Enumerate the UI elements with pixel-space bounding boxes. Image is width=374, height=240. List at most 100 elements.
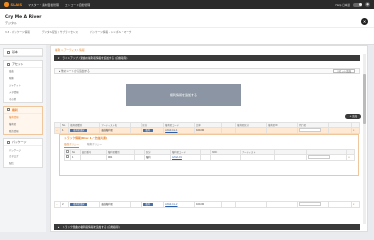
sidebar-head-rights[interactable]: 権利 (4, 107, 42, 114)
close-button[interactable]: ✕ (361, 18, 368, 25)
empty-cell (235, 127, 268, 134)
sidebar-item[interactable]: メタ情報 (4, 88, 42, 95)
table-row[interactable]: ⌄ 2 権利者選択 楽曲権利者 権利 Artist-Co-2 100.00 ✕ (53, 201, 361, 208)
agent-input[interactable] (299, 202, 322, 206)
section-header-2[interactable]: ▸ トラック楽曲の権利者情報を追加する (自動取得) (54, 224, 360, 230)
add-rights-dropzone[interactable]: 権利情報を追加する (126, 84, 241, 106)
empty-cell (220, 127, 237, 134)
agent-input[interactable] (299, 128, 322, 132)
page-title: Cry Me A River (5, 15, 42, 20)
top-nav-bar: SLAIS マスター・素材自動管理 エンコード自動管理 Help 日本語 ● (0, 0, 374, 9)
empty-cell (130, 201, 142, 208)
artist-cell: 楽曲権利者 (99, 201, 132, 208)
user-avatar-icon[interactable]: ● (365, 2, 370, 7)
rights-type-cell: 権利者選択 (68, 127, 101, 134)
row-number: 2 (60, 201, 70, 208)
sidebar-label: 基本 (12, 50, 18, 54)
empty-cell (306, 154, 347, 161)
sidebar-label: パッケージ (12, 140, 27, 145)
code-link[interactable]: Artist-01 (172, 156, 182, 159)
empty-cell (328, 127, 352, 134)
code-link[interactable]: Artist-Co-2 (165, 203, 177, 206)
user-label[interactable]: Help 日本語 (335, 3, 350, 7)
empty-cell (130, 127, 142, 134)
tab-music-policy[interactable]: 楽曲ポリシー (64, 142, 80, 148)
sidebar-label: アセット (12, 62, 24, 66)
crumb-2[interactable]: デジタル配信 / サブライセンス (42, 30, 78, 34)
empty-cell (200, 154, 211, 161)
row-number: 1 (70, 154, 81, 161)
subpanel-title: トラック情報(Disc 1 / 全曲共通) (64, 136, 108, 140)
table-row[interactable]: 1 001 権利 Artist-01 ✕ (64, 154, 355, 161)
nav-master[interactable]: マスター・素材自動管理 (28, 3, 59, 7)
delete-cell: ✕ (350, 127, 361, 134)
table-row[interactable]: ⌄ 1 権利者選択 楽曲権利者 権利 Artist-Co-1 100.00 ✕ (53, 127, 361, 134)
artist-cell: 楽曲権利者 (99, 127, 132, 134)
section-breadcrumb[interactable]: 権利 > アーティスト情報 (55, 48, 84, 52)
sidebar-head-basic[interactable]: 基本 (4, 49, 42, 56)
section-header-1[interactable]: ▾ ラインアップ / 楽曲の権利者情報を追加する (自動取得) (54, 55, 360, 61)
app-logo[interactable]: SLAIS (11, 3, 23, 7)
sidebar-item[interactable]: 権利情報 (4, 114, 42, 121)
folder-icon (7, 62, 10, 66)
sidebar-item[interactable]: 映像 (4, 75, 42, 82)
crumb-3[interactable]: パッケージ情報 - シンボル・マーク (90, 30, 131, 34)
rights-table: No 権利者種別 アーティスト名 区分 権利者コード 比率 権利者区分 権利者I… (53, 122, 361, 134)
code-link[interactable]: Artist-Co-1 (165, 129, 177, 132)
empty-cell (134, 154, 145, 161)
row-number: 1 (60, 127, 70, 134)
chevron-down-icon[interactable]: ⌄ (56, 203, 58, 206)
sidebar-item[interactable]: パッケージ (4, 146, 42, 153)
category-button[interactable]: 権利 (142, 128, 153, 133)
vertical-scrollbar[interactable] (363, 54, 366, 224)
folder-icon (7, 50, 10, 54)
page-header: Cry Me A River デジタル ✕ 3.3 - パッケージ情報 デジタル… (0, 9, 374, 45)
sidebar-head-asset[interactable]: アセット (4, 61, 42, 68)
delete-icon[interactable]: ✕ (353, 203, 355, 206)
delete-icon[interactable]: ✕ (348, 156, 350, 159)
delete-icon[interactable]: ✕ (353, 129, 355, 132)
tab-video-policy[interactable]: 映像ポリシー (87, 142, 102, 148)
scrollbar-thumb[interactable] (363, 74, 366, 124)
select-all-checkbox[interactable] (66, 150, 69, 153)
text-input[interactable] (308, 155, 330, 159)
reset-add-button[interactable]: リセット追加 (332, 69, 355, 73)
nav-encode[interactable]: エンコード自動管理 (65, 3, 90, 7)
sidebar-item[interactable]: 販売情報 (4, 127, 42, 134)
mode-toggle[interactable] (353, 2, 362, 7)
select-rights-button[interactable]: 権利者選択 (70, 128, 88, 133)
sidebar-item[interactable]: 配信 (4, 160, 42, 167)
sidebar-item[interactable]: カタログ (4, 153, 42, 160)
empty-cell (266, 201, 299, 208)
track-table: No 曲目番号 権利者種別 区分 権利者コード ISRC アーティスト 1 00… (64, 149, 355, 161)
sidebar-item[interactable]: ジャケット (4, 82, 42, 89)
add-row-button[interactable]: + 追加 (345, 114, 361, 119)
code-cell: Artist-01 (170, 154, 201, 161)
category-button[interactable]: 権利 (142, 202, 153, 207)
code-cell: Artist-Co-1 (163, 127, 196, 134)
agent-cell (297, 201, 329, 208)
code-cell: Artist-Co-2 (163, 201, 196, 208)
sidebar-head-package[interactable]: パッケージ (4, 139, 42, 147)
category-cell: 権利 (140, 127, 165, 134)
sidebar-item[interactable]: その他 (4, 95, 42, 102)
empty-cell (235, 201, 268, 208)
crumb-1[interactable]: 3.3 - パッケージ情報 (5, 30, 30, 34)
agent-cell (297, 127, 329, 134)
isrc-cell (210, 154, 241, 161)
sidebar-item[interactable]: 楽曲 (4, 68, 42, 75)
folder-icon (7, 108, 10, 112)
empty-cell (220, 201, 237, 208)
track-code-cell: 001 (106, 154, 135, 161)
add-from-sheet-row: ▸ 他のシートから追加する リセット追加 (54, 68, 360, 74)
select-rights-button[interactable]: 権利者選択 (70, 202, 88, 207)
delete-cell: ✕ (350, 201, 361, 208)
chevron-down-icon[interactable]: ⌄ (56, 129, 58, 132)
row-checkbox[interactable] (66, 155, 69, 159)
chevron-right-icon: ▸ (58, 225, 60, 229)
track-no-cell (80, 154, 107, 161)
sidebar: 基本 アセット 楽曲 映像 ジャケット メタ情報 その他 権利 権利情報 権利者… (0, 45, 46, 232)
empty-cell (328, 201, 352, 208)
sidebar-group-asset: アセット 楽曲 映像 ジャケット メタ情報 その他 (3, 60, 43, 103)
sidebar-item[interactable]: 権利者 (4, 121, 42, 128)
